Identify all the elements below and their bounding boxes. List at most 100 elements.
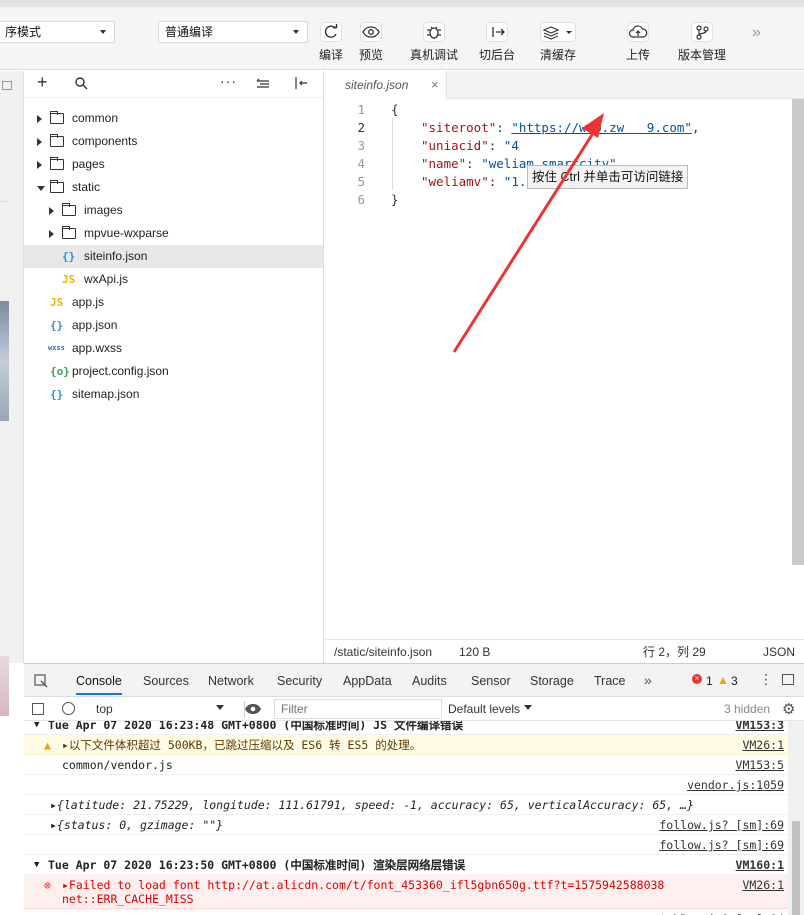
tab-storage[interactable]: Storage: [530, 674, 574, 688]
tree-item-components[interactable]: components: [24, 130, 323, 153]
version-label: 版本管理: [677, 48, 726, 62]
console-source-link[interactable]: VM160:1: [736, 855, 784, 875]
background-button[interactable]: 切后台: [472, 22, 522, 63]
tree-item-sitemap-json[interactable]: {} sitemap.json: [24, 383, 323, 406]
tree-item-app-wxss[interactable]: wxss app.wxss: [24, 337, 323, 360]
language-mode[interactable]: JSON: [763, 640, 795, 664]
close-icon[interactable]: ×: [431, 71, 439, 99]
preview-button[interactable]: 预览: [346, 22, 396, 63]
clear-cache-button[interactable]: 清缓存: [533, 22, 583, 63]
sidebar-toggle-icon[interactable]: [32, 703, 44, 715]
console-source-link[interactable]: VM153:5: [736, 755, 784, 775]
tree-item-images[interactable]: images: [24, 199, 323, 222]
console-source-link[interactable]: follow.js? [sm]:69: [659, 815, 784, 835]
cloud-upload-icon: [627, 22, 649, 42]
tab-trace[interactable]: Trace: [594, 674, 626, 688]
json-value[interactable]: "https://web.zw 9.com": [511, 120, 692, 135]
tab-sensor[interactable]: Sensor: [471, 674, 511, 688]
levels-select[interactable]: Default levels: [448, 702, 520, 716]
clear-console-icon[interactable]: [62, 702, 75, 715]
chevron-right-icon: [37, 115, 42, 123]
hidden-count: 3 hidden: [724, 702, 771, 716]
line-number: 3: [357, 138, 365, 153]
tree-item-app-js[interactable]: JS app.js: [24, 291, 323, 314]
tree-item-pages[interactable]: pages: [24, 153, 323, 176]
scroll-thumb[interactable]: [792, 821, 800, 915]
dock-icon[interactable]: [782, 674, 794, 685]
tree-item-wxapi-js[interactable]: JS wxApi.js: [24, 268, 323, 291]
json-file-icon: {}: [50, 319, 64, 332]
code-area[interactable]: 1 {2 "siteroot": "https://web.zw 9.com", 3 "…: [325, 99, 804, 639]
tab-appdata[interactable]: AppData: [343, 674, 392, 688]
chevron-down-icon[interactable]: ▼: [34, 721, 39, 735]
tab-sources[interactable]: Sources: [143, 674, 189, 688]
mode-select[interactable]: 序模式: [0, 21, 115, 43]
preview-label: 预览: [358, 48, 383, 62]
collapse-icon[interactable]: [256, 76, 270, 90]
tree-item-static[interactable]: static: [24, 176, 323, 199]
console-row[interactable]: follow.js? [sm]:69: [24, 835, 788, 855]
kebab-menu-icon[interactable]: ⋮: [759, 671, 773, 688]
compile-select[interactable]: 普通编译: [158, 21, 308, 43]
context-select[interactable]: top: [96, 702, 113, 716]
console-row[interactable]: tabBar.js? [sm]:84: [24, 909, 788, 915]
tab-security[interactable]: Security: [277, 674, 322, 688]
console-row[interactable]: ▸{latitude: 21.75229, longitude: 111.617…: [24, 795, 788, 815]
more-icon[interactable]: ···: [220, 73, 237, 89]
console-source-link[interactable]: VM26:1: [742, 735, 784, 755]
console-source-link[interactable]: VM26:1: [742, 875, 784, 895]
tree-item-mpvue-wxparse[interactable]: mpvue-wxparse: [24, 222, 323, 245]
gear-icon[interactable]: ⚙: [782, 700, 795, 718]
upload-button[interactable]: 上传: [613, 22, 663, 63]
console-source-link[interactable]: VM153:3: [736, 721, 784, 735]
search-icon[interactable]: [74, 76, 88, 90]
tree-item-label: components: [72, 134, 138, 148]
console-message: ▸{latitude: 21.75229, longitude: 111.617…: [50, 798, 694, 812]
chevron-down-icon[interactable]: ▼: [34, 855, 39, 875]
console-row[interactable]: ▼ Tue Apr 07 2020 16:23:50 GMT+0800 (中国标准…: [24, 855, 788, 875]
console-row[interactable]: vendor.js:1059: [24, 775, 788, 795]
version-button[interactable]: 版本管理: [677, 22, 727, 63]
inspect-icon[interactable]: [34, 674, 48, 688]
console-row[interactable]: ▲ ▸以下文件体积超过 500KB，已跳过压缩以及 ES6 转 ES5 的处理。 V…: [24, 735, 788, 755]
tree-item-common[interactable]: common: [24, 107, 323, 130]
tree-item-app-json[interactable]: {} app.json: [24, 314, 323, 337]
more-tools-icon[interactable]: »: [752, 24, 761, 42]
tree-item-project-config-json[interactable]: {o} project.config.json: [24, 360, 323, 383]
tab-siteinfo-json[interactable]: siteinfo.json ×: [325, 71, 447, 99]
window-icon[interactable]: [2, 81, 12, 90]
json-colon: :: [466, 156, 482, 171]
eye-toggle-icon[interactable]: [244, 701, 262, 717]
console-output[interactable]: ▼ Tue Apr 07 2020 16:23:48 GMT+0800 (中国标准…: [24, 721, 804, 915]
console-source-link[interactable]: follow.js? [sm]:69: [659, 835, 784, 855]
tab-console[interactable]: Console: [76, 674, 122, 695]
tree-item-label: wxApi.js: [84, 272, 129, 286]
add-icon[interactable]: +: [37, 72, 48, 93]
debug-button[interactable]: 真机调试: [409, 22, 459, 63]
console-row[interactable]: common/vendor.js VM153:5: [24, 755, 788, 775]
console-scrollbar[interactable]: [788, 721, 804, 915]
line-number: 2: [357, 120, 365, 135]
tree-item-siteinfo-json[interactable]: {} siteinfo.json: [24, 245, 323, 268]
more-tabs-icon[interactable]: »: [644, 672, 652, 688]
tab-audits[interactable]: Audits: [412, 674, 447, 688]
simulator-image: [0, 301, 9, 421]
editor-scrollbar[interactable]: [792, 99, 804, 565]
tab-network[interactable]: Network: [208, 674, 254, 688]
error-count[interactable]: 1: [706, 674, 713, 688]
file-size: 120 B: [459, 645, 491, 659]
js-file-icon: JS: [62, 273, 76, 286]
console-source-link[interactable]: vendor.js:1059: [687, 775, 784, 795]
console-filter-input[interactable]: [274, 699, 442, 719]
chevron-down-icon: [524, 705, 532, 710]
console-row[interactable]: ⊗ ▸Failed to load font http://at.alicdn.c…: [24, 875, 788, 909]
console-row[interactable]: ▸{status: 0, gzimage: ""} follow.js? [sm]…: [24, 815, 788, 835]
folder-icon: [50, 157, 64, 170]
console-source-link[interactable]: tabBar.js? [sm]:84: [659, 909, 784, 915]
console-row[interactable]: ▼ Tue Apr 07 2020 16:23:48 GMT+0800 (中国标准…: [24, 721, 788, 735]
console-message: Tue Apr 07 2020 16:23:48 GMT+0800 (中国标准时…: [48, 721, 463, 732]
warn-count[interactable]: 3: [731, 674, 738, 688]
folder-icon: [50, 180, 64, 193]
link-tooltip: 按住 Ctrl 并单击可访问链接: [527, 165, 689, 189]
panel-toggle-icon[interactable]: [294, 76, 308, 90]
